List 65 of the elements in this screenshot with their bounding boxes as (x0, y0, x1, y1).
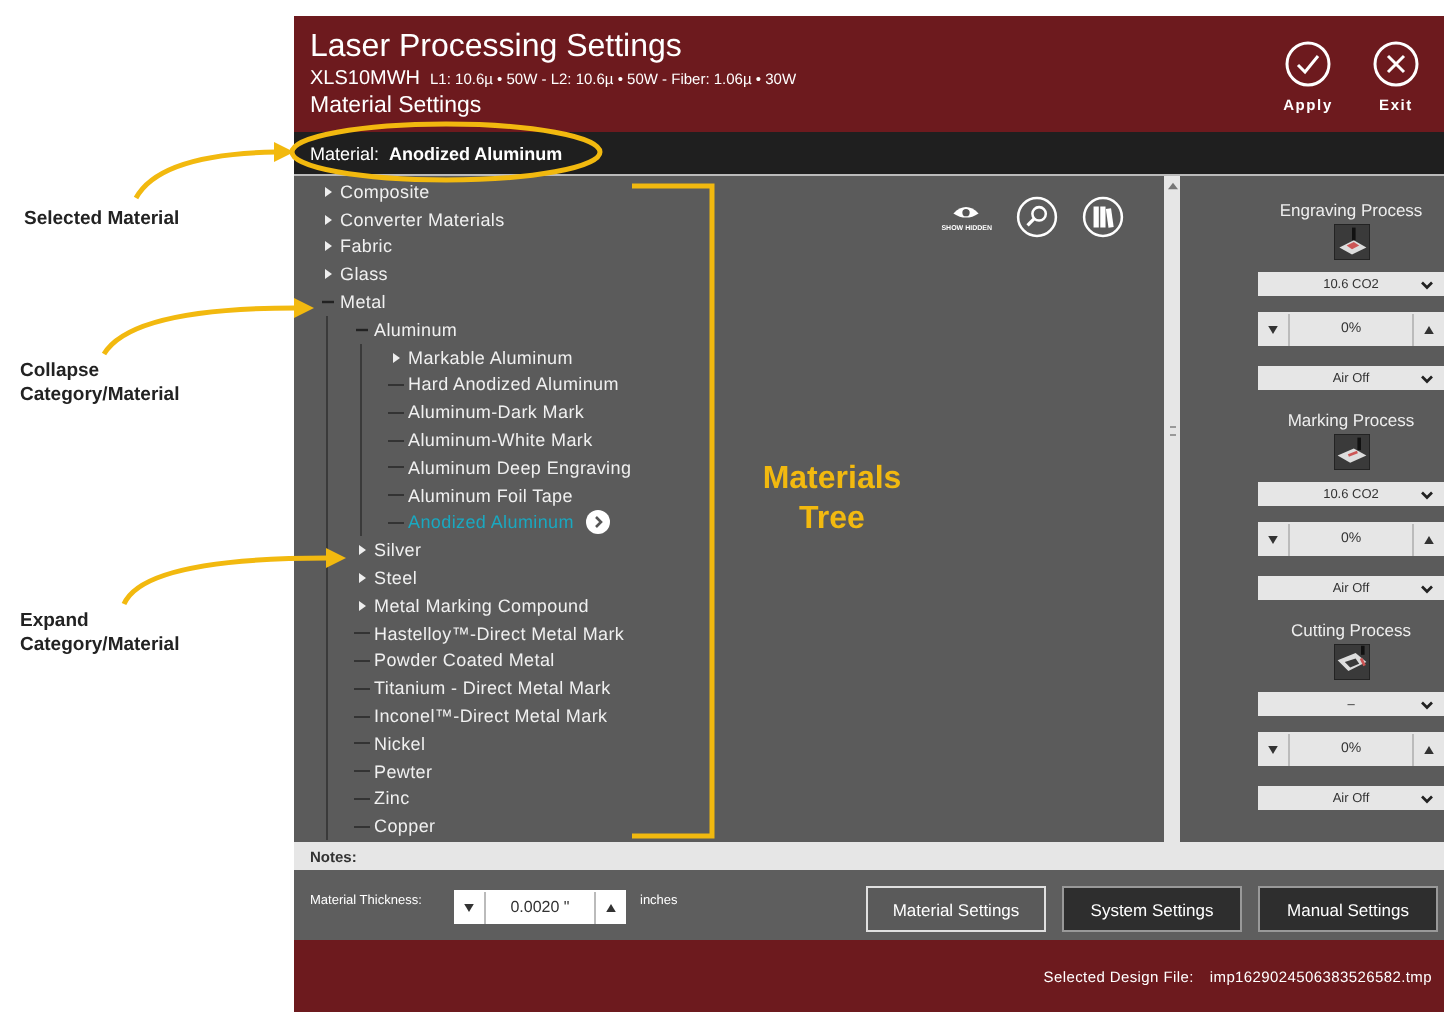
tree-item[interactable]: Fabric (340, 236, 393, 257)
tree-item[interactable]: Hastelloy™-Direct Metal Mark (374, 623, 625, 644)
laser-process-icon (1333, 224, 1369, 260)
expand-icon[interactable] (354, 542, 370, 559)
tree-item[interactable]: Aluminum Deep Engraving (408, 457, 632, 478)
material-name: Anodized Aluminum (389, 143, 563, 163)
eye-icon (952, 203, 981, 219)
settings-button[interactable]: Manual Settings (1258, 886, 1438, 932)
close-icon (1372, 40, 1420, 88)
window-title: Laser Processing Settings (310, 30, 684, 66)
scrollbar[interactable] (1164, 176, 1180, 842)
process-title: Engraving Process (1279, 200, 1423, 220)
thickness-stepper[interactable]: 0.0020 " (454, 890, 626, 924)
tree-item[interactable]: Metal Marking Compound (374, 595, 589, 616)
expand-icon[interactable] (388, 349, 404, 366)
process-title: Cutting Process (1291, 620, 1411, 640)
settings-button[interactable]: System Settings (1062, 886, 1242, 932)
tree-item[interactable]: Copper (374, 816, 436, 837)
tree-item[interactable]: Powder Coated Metal (374, 650, 555, 671)
chevron-down-icon (1420, 583, 1434, 593)
chevron-down-icon (1420, 489, 1434, 499)
tree-item[interactable]: Aluminum Foil Tape (408, 485, 573, 506)
callout-label: Expand Category/Material (20, 610, 182, 658)
chevron-down-icon (1420, 793, 1434, 803)
tree-item[interactable]: Hard Anodized Aluminum (408, 374, 619, 395)
chevron-circle-icon[interactable] (585, 510, 610, 535)
material-label: Material: (310, 143, 380, 163)
expand-icon[interactable] (320, 238, 336, 255)
tree-item[interactable]: Aluminum-Dark Mark (408, 402, 585, 423)
section-title: Material Settings (310, 92, 484, 122)
books-icon[interactable] (1082, 196, 1124, 238)
tree-item[interactable]: Inconel™-Direct Metal Mark (374, 706, 608, 727)
scroll-up-icon[interactable] (1167, 182, 1177, 190)
search-icon[interactable] (1016, 196, 1058, 238)
tree-item[interactable]: Zinc (374, 788, 410, 809)
machine-model: XLS10MWH (310, 66, 421, 92)
tree-item[interactable]: Converter Materials (340, 209, 505, 230)
settings-button[interactable]: Material Settings (866, 886, 1046, 932)
chevron-down-icon (1420, 373, 1434, 383)
callout-label: Selected Material (24, 208, 180, 232)
expand-icon[interactable] (320, 266, 336, 283)
tree-item[interactable]: Steel (374, 568, 418, 589)
tree-item[interactable]: Aluminum (374, 319, 458, 340)
process-title: Marking Process (1287, 410, 1415, 430)
tree-item[interactable]: Titanium - Direct Metal Mark (374, 678, 611, 699)
laser-process-icon (1333, 644, 1369, 680)
chevron-down-icon (1420, 699, 1434, 709)
chevron-down-icon (1420, 279, 1434, 289)
tree-item[interactable]: Composite (340, 181, 430, 202)
expand-icon[interactable] (354, 597, 370, 614)
expand-icon[interactable] (320, 183, 336, 200)
tree-item[interactable]: Markable Aluminum (408, 347, 573, 368)
tree-item[interactable]: Silver (374, 540, 422, 561)
check-circle-icon (1284, 40, 1332, 88)
tree-item[interactable]: Glass (340, 264, 389, 285)
tree-item[interactable]: Pewter (374, 761, 433, 782)
tree-item[interactable]: Nickel (374, 733, 426, 754)
callout-label: Materials Tree (760, 460, 904, 540)
laser-process-icon (1333, 434, 1369, 470)
callout-label: Collapse Category/Material (20, 360, 182, 408)
thickness-value: 0.0020 " (508, 898, 572, 916)
tree-item[interactable]: Metal (340, 292, 387, 313)
expand-icon[interactable] (354, 570, 370, 587)
tree-item[interactable]: Aluminum-White Mark (408, 430, 593, 451)
expand-icon[interactable] (320, 211, 336, 228)
